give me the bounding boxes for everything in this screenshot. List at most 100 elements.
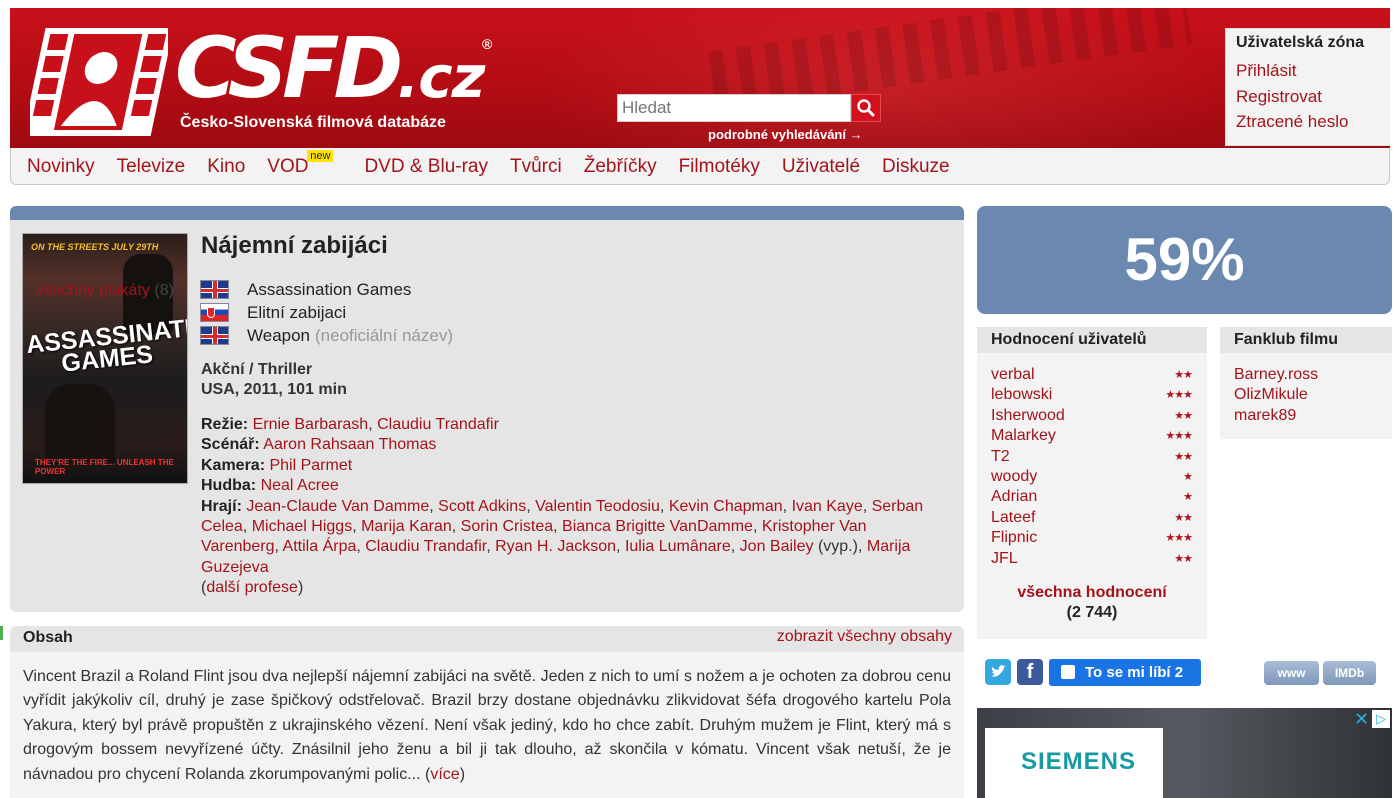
advanced-search-link[interactable]: podrobné vyhledávání → [708, 127, 863, 142]
actor-link[interactable]: Jean-Claude Van Damme [246, 498, 429, 515]
actor-link[interactable]: Iulia Lumânare [625, 538, 731, 555]
actor-link[interactable]: Scott Adkins [438, 498, 526, 515]
more-professions: (další profese) [201, 579, 304, 597]
ad-choices-icon[interactable]: ▷ [1372, 710, 1390, 728]
show-all-plots-link[interactable]: zobrazit všechny obsahy [777, 628, 952, 646]
nav-item-novinky[interactable]: Novinky [27, 148, 95, 185]
rating-item: Lateef ★★ [991, 508, 1193, 528]
nav-item-uzivatele[interactable]: Uživatelé [782, 148, 860, 185]
rating-user-link[interactable]: verbal [991, 365, 1035, 385]
nav-link[interactable]: Novinky [27, 156, 95, 177]
actor-link[interactable]: Attila Árpa [283, 538, 357, 555]
nav-item-vod[interactable]: VOD new [267, 148, 334, 185]
alternate-names: Assassination Games Elitní zabijaci Weap… [200, 278, 453, 347]
poster-figure [45, 384, 115, 464]
person-link[interactable]: Ernie Barbarash [253, 416, 369, 433]
actor-link[interactable]: Valentin Teodosiu [535, 498, 660, 515]
unofficial-note: (neoficiální název) [315, 325, 453, 345]
lost-password-link[interactable]: Ztracené heslo [1236, 109, 1382, 135]
person-link[interactable]: Phil Parmet [269, 457, 352, 474]
plot-more-link[interactable]: více [430, 766, 459, 783]
nav-link[interactable]: DVD & Blu-ray [364, 156, 488, 177]
rating-user-link[interactable]: woody [991, 467, 1037, 487]
actor-link[interactable]: Jon Bailey [740, 538, 814, 555]
fanclub-member: OlizMikule [1234, 385, 1378, 405]
rating-user-link[interactable]: T2 [991, 447, 1010, 467]
rating-user-link[interactable]: Malarkey [991, 426, 1056, 446]
actor-link[interactable]: Kevin Chapman [669, 498, 783, 515]
actor-link[interactable]: Ryan H. Jackson [495, 538, 616, 555]
nav-link[interactable]: Televize [117, 156, 186, 177]
rating-user-link[interactable]: JFL [991, 549, 1018, 569]
all-posters-link[interactable]: všechny plakáty [36, 282, 150, 299]
facebook-like-button[interactable]: To se mi líbí 2 [1049, 659, 1201, 686]
nav-item-televize[interactable]: Televize [117, 148, 186, 185]
search-button[interactable] [851, 94, 881, 122]
www-button[interactable]: www [1264, 661, 1319, 685]
nav-link[interactable]: Uživatelé [782, 156, 860, 177]
star-rating-icon: ★★★ [1165, 532, 1193, 545]
nav-link[interactable]: Diskuze [882, 156, 950, 177]
nav-item-dvd[interactable]: DVD & Blu-ray [364, 148, 488, 185]
actor-link[interactable]: Bianca Brigitte VanDamme [562, 518, 753, 535]
nav-link[interactable]: Tvůrci [510, 156, 562, 177]
fanclub-member-link[interactable]: OlizMikule [1234, 386, 1308, 403]
nav-item-tvurci[interactable]: Tvůrci [510, 148, 562, 185]
search-input[interactable] [617, 94, 851, 122]
nav-link[interactable]: VOD [267, 156, 308, 177]
advertisement[interactable]: SIEMENS ✕ ▷ [977, 708, 1392, 798]
user-zone: Uživatelská zóna Přihlásit Registrovat Z… [1225, 28, 1390, 146]
user-ratings-title: Hodnocení uživatelů [977, 327, 1207, 353]
actor-link[interactable]: Michael Higgs [252, 518, 352, 535]
alternate-name: Elitní zabijaci [247, 302, 347, 322]
side-marker [0, 626, 3, 640]
person-link[interactable]: Aaron Rahsaan Thomas [263, 436, 436, 453]
nav-item-filmoteky[interactable]: Filmotéky [679, 148, 760, 185]
rating-user-link[interactable]: lebowski [991, 385, 1052, 405]
nav-item-kino[interactable]: Kino [207, 148, 245, 185]
actor-link[interactable]: Claudiu Trandafir [365, 538, 486, 555]
actor-link[interactable]: Ivan Kaye [792, 498, 863, 515]
plot-header: Obsah zobrazit všechny obsahy [10, 626, 964, 652]
rating-user-link[interactable]: Lateef [991, 508, 1035, 528]
plot-body: Vincent Brazil a Roland Flint jsou dva n… [10, 652, 964, 798]
rating-item: Isherwood ★★ [991, 406, 1193, 426]
movie-poster[interactable]: ON THE STREETS JULY 29TH ASSASSINATION G… [22, 233, 188, 484]
registered-mark: ® [482, 36, 493, 52]
fanclub-title: Fanklub filmu [1220, 327, 1392, 353]
more-professions-link[interactable]: další profese [206, 579, 298, 596]
register-link[interactable]: Registrovat [1236, 84, 1382, 110]
rating-item: lebowski ★★★ [991, 385, 1193, 405]
cast-note: (vyp.), [817, 538, 863, 556]
nav-link[interactable]: Filmotéky [679, 156, 760, 177]
facebook-icon[interactable]: f [1017, 659, 1043, 685]
csfd-logo-text[interactable]: CSFD.cz [175, 18, 485, 127]
fanclub-member-link[interactable]: Barney.ross [1234, 366, 1318, 383]
nav-item-zebricky[interactable]: Žebříčky [584, 148, 657, 185]
like-label: To se mi líbí 2 [1085, 664, 1184, 681]
rating-item: Malarkey ★★★ [991, 426, 1193, 446]
plot-title: Obsah [23, 629, 73, 646]
rating-user-link[interactable]: Isherwood [991, 406, 1065, 426]
csfd-logo-icon[interactable] [30, 26, 168, 138]
rating-user-link[interactable]: Flipnic [991, 528, 1037, 548]
credit-camera: Kamera: Phil Parmet [201, 456, 353, 474]
nav-link[interactable]: Kino [207, 156, 245, 177]
actor-link[interactable]: Sorin Cristea [461, 518, 553, 535]
alternate-name-row: Weapon (neoficiální název) [200, 324, 453, 347]
rating-user-link[interactable]: Adrian [991, 487, 1037, 507]
fanclub-member-link[interactable]: marek89 [1234, 407, 1296, 424]
ad-close-icon[interactable]: ✕ [1354, 710, 1370, 728]
site-tagline: Česko-Slovenská filmová databáze [180, 114, 446, 131]
actor-link[interactable]: Marija Karan [361, 518, 452, 535]
alternate-name: Assassination Games [247, 279, 412, 299]
twitter-icon[interactable] [985, 659, 1011, 685]
person-link[interactable]: Neal Acree [261, 477, 339, 494]
login-link[interactable]: Přihlásit [1236, 58, 1382, 84]
imdb-button[interactable]: IMDb [1323, 661, 1376, 685]
nav-item-diskuze[interactable]: Diskuze [882, 148, 950, 185]
fanclub-member: Barney.ross [1234, 365, 1378, 385]
nav-link[interactable]: Žebříčky [584, 156, 657, 177]
all-ratings-link[interactable]: všechna hodnocení [1017, 584, 1166, 601]
person-link[interactable]: Claudiu Trandafir [377, 416, 499, 433]
